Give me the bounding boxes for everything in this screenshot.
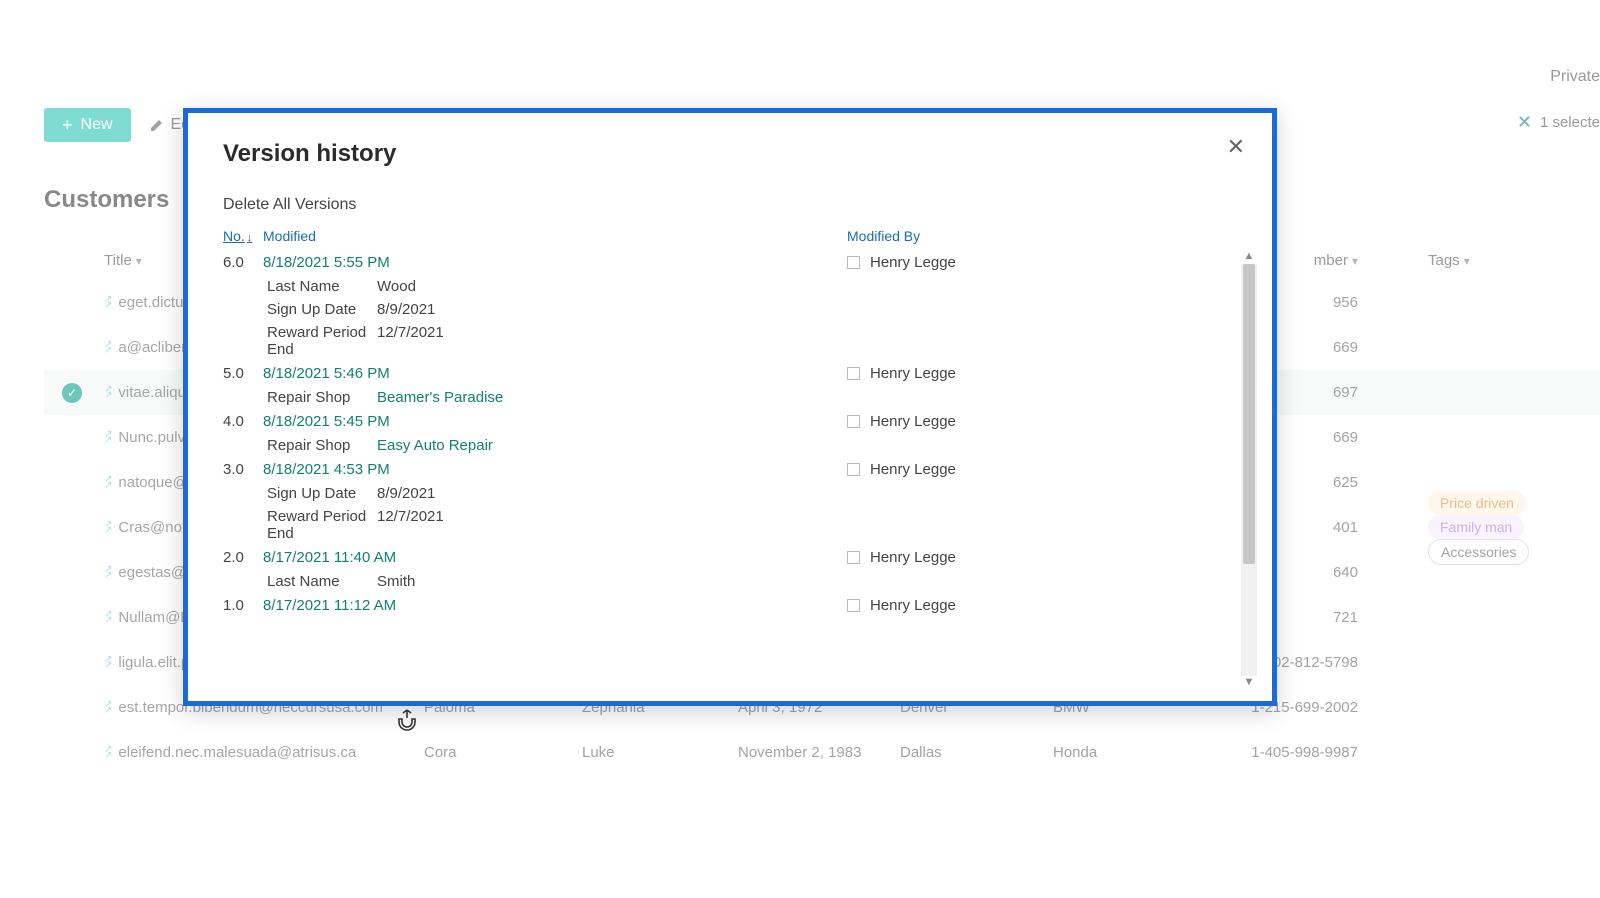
version-modified-link[interactable]: 8/18/2021 4:53 PM xyxy=(263,461,390,478)
version-modified-by: Henry Legge xyxy=(870,549,956,566)
version-modified-by: Henry Legge xyxy=(870,365,956,382)
sort-desc-icon: ↓ xyxy=(247,232,253,244)
version-columns: No.↓ Modified Modified By xyxy=(223,228,1267,244)
version-number: 2.0 xyxy=(223,549,263,566)
version-detail: Last NameWood xyxy=(267,275,1267,298)
version-detail: Repair ShopEasy Auto Repair xyxy=(267,434,1267,457)
detail-key: Repair Shop xyxy=(267,389,377,406)
version-number: 4.0 xyxy=(223,413,263,430)
detail-value: Smith xyxy=(377,573,415,590)
dialog-scrollbar[interactable]: ▲ ▼ xyxy=(1241,250,1257,690)
version-history-dialog: Version history ✕ Delete All Versions No… xyxy=(183,108,1277,706)
version-modified-link[interactable]: 8/18/2021 5:46 PM xyxy=(263,365,390,382)
version-detail: Reward Period End12/7/2021 xyxy=(267,505,1267,545)
presence-icon xyxy=(847,599,860,612)
version-modified-by: Henry Legge xyxy=(870,254,956,271)
delete-all-versions-link[interactable]: Delete All Versions xyxy=(223,196,356,214)
detail-key: Reward Period End xyxy=(267,508,377,542)
col-no[interactable]: No.↓ xyxy=(223,228,263,244)
version-detail: Sign Up Date8/9/2021 xyxy=(267,482,1267,505)
close-icon: ✕ xyxy=(1227,134,1245,159)
col-modified-by[interactable]: Modified By xyxy=(847,228,920,244)
version-number: 3.0 xyxy=(223,461,263,478)
version-row: 6.08/18/2021 5:55 PM Henry Legge xyxy=(223,250,1267,275)
version-row: 1.08/17/2021 11:12 AM Henry Legge xyxy=(223,593,1267,618)
scroll-down-icon[interactable]: ▼ xyxy=(1241,676,1257,690)
detail-key: Repair Shop xyxy=(267,437,377,454)
version-modified-link[interactable]: 8/18/2021 5:45 PM xyxy=(263,413,390,430)
close-button[interactable]: ✕ xyxy=(1227,134,1245,160)
version-row: 4.08/18/2021 5:45 PM Henry Legge xyxy=(223,409,1267,434)
version-detail: Last NameSmith xyxy=(267,570,1267,593)
version-row: 2.08/17/2021 11:40 AM Henry Legge xyxy=(223,545,1267,570)
version-detail: Repair ShopBeamer's Paradise xyxy=(267,386,1267,409)
version-modified-by: Henry Legge xyxy=(870,413,956,430)
version-modified-link[interactable]: 8/18/2021 5:55 PM xyxy=(263,254,390,271)
scroll-thumb[interactable] xyxy=(1243,264,1255,564)
version-detail: Reward Period End12/7/2021 xyxy=(267,321,1267,361)
version-number: 6.0 xyxy=(223,254,263,271)
detail-key: Last Name xyxy=(267,573,377,590)
detail-value: 8/9/2021 xyxy=(377,301,435,318)
version-modified-by: Henry Legge xyxy=(870,597,956,614)
detail-value: Wood xyxy=(377,278,416,295)
presence-icon xyxy=(847,463,860,476)
version-modified-link[interactable]: 8/17/2021 11:40 AM xyxy=(263,549,396,566)
presence-icon xyxy=(847,415,860,428)
version-row: 3.08/18/2021 4:53 PM Henry Legge xyxy=(223,457,1267,482)
version-row: 5.08/18/2021 5:46 PM Henry Legge xyxy=(223,361,1267,386)
detail-key: Sign Up Date xyxy=(267,301,377,318)
version-modified-link[interactable]: 8/17/2021 11:12 AM xyxy=(263,597,396,614)
presence-icon xyxy=(847,256,860,269)
presence-icon xyxy=(847,367,860,380)
presence-icon xyxy=(847,551,860,564)
detail-value: 12/7/2021 xyxy=(377,324,444,358)
dialog-title: Version history xyxy=(223,140,1267,168)
detail-key: Last Name xyxy=(267,278,377,295)
version-modified-by: Henry Legge xyxy=(870,461,956,478)
detail-value: 12/7/2021 xyxy=(377,508,444,542)
scroll-up-icon[interactable]: ▲ xyxy=(1241,250,1257,264)
version-number: 1.0 xyxy=(223,597,263,614)
version-detail: Sign Up Date8/9/2021 xyxy=(267,298,1267,321)
detail-key: Sign Up Date xyxy=(267,485,377,502)
detail-value[interactable]: Beamer's Paradise xyxy=(377,389,503,406)
col-modified[interactable]: Modified xyxy=(263,228,847,244)
detail-key: Reward Period End xyxy=(267,324,377,358)
detail-value[interactable]: Easy Auto Repair xyxy=(377,437,493,454)
detail-value: 8/9/2021 xyxy=(377,485,435,502)
version-number: 5.0 xyxy=(223,365,263,382)
modal-overlay: Version history ✕ Delete All Versions No… xyxy=(0,0,1600,898)
